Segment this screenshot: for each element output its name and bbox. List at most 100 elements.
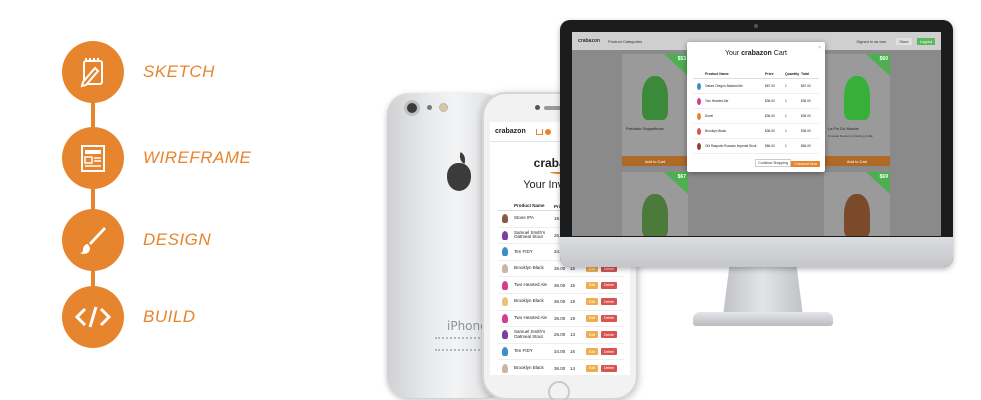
cart-price: $36.00 <box>765 99 775 103</box>
step-label: BUILD <box>143 307 196 326</box>
product-name: Ten FIDY <box>514 348 533 354</box>
edit-button[interactable]: Edit <box>586 314 598 322</box>
cart-product-name: Oakes Oregon Bastard Ale <box>705 84 743 88</box>
product-thumbnail <box>498 297 511 307</box>
paintbrush-icon <box>62 209 124 271</box>
product-figure <box>844 194 870 236</box>
delete-button[interactable]: Delete <box>601 298 617 306</box>
edit-button[interactable]: Edit <box>586 348 598 356</box>
cart-product-name: Duvel <box>705 114 714 118</box>
product-thumbnail <box>498 363 511 373</box>
step-wireframe: WIREFRAME <box>62 127 251 189</box>
product-price: 36.00 <box>554 282 566 288</box>
modal-title-post: Cart <box>773 50 788 57</box>
cart-badge <box>544 128 551 135</box>
beer-figure-icon <box>501 363 508 373</box>
beer-figure-icon <box>501 230 508 240</box>
cart-price: $66.00 <box>765 144 775 148</box>
delete-button[interactable]: Delete <box>601 331 617 339</box>
category-dropdown[interactable]: Product Categories <box>608 39 642 44</box>
desktop-logo[interactable]: crabazon <box>578 38 600 44</box>
beer-figure-icon <box>501 330 508 340</box>
product-name: Stone IPA <box>514 215 534 221</box>
cart-row: Old Rasputin Russian Imperial Stout $66.0… <box>693 139 819 154</box>
product-card[interactable]: $69 <box>824 172 890 236</box>
beer-figure-icon <box>501 297 508 307</box>
cart-quantity[interactable]: 1 <box>785 144 801 148</box>
cart-quantity[interactable]: 1 <box>785 129 801 133</box>
cart-table-header: Product Name Price Quantity Total <box>693 72 819 79</box>
edit-button[interactable]: Edit <box>586 281 598 289</box>
cart-quantity[interactable]: 1 <box>785 99 801 103</box>
card-price: $69 <box>879 174 888 180</box>
cart-quantity[interactable]: 1 <box>785 114 801 118</box>
edit-button[interactable]: Edit <box>586 331 598 339</box>
product-quantity: 18 <box>570 299 576 305</box>
delete-button[interactable]: Delete <box>601 348 617 356</box>
logout-button[interactable]: Logout <box>916 37 935 45</box>
edit-button[interactable]: Edit <box>586 298 598 306</box>
product-name: Brooklyn Black <box>514 364 544 370</box>
product-card[interactable]: $60 La Fin Du Monde Unusual blueberry dr… <box>824 54 890 166</box>
cart-row: Two Hearted Ale $36.00 1 $36.00 <box>693 94 819 109</box>
modal-title: Your crabazon Cart <box>687 50 825 57</box>
steps-connector-line <box>91 72 95 320</box>
webcam-icon <box>754 24 758 28</box>
code-brackets-icon <box>62 286 124 348</box>
cart-row: Duvel $36.00 1 $36.00 <box>693 109 819 124</box>
home-button[interactable] <box>548 381 570 400</box>
product-thumbnail <box>693 97 705 105</box>
add-to-cart-button[interactable]: Add to Cart <box>824 156 890 166</box>
cart-rows: Oakes Oregon Bastard Ale $67.00 1 $67.00 Two… <box>693 79 819 154</box>
product-card[interactable]: $67 <box>622 172 688 236</box>
card-name: La Fin Du Monde <box>828 126 859 131</box>
product-quantity: 13 <box>570 332 576 338</box>
store-button[interactable]: Store <box>896 37 912 45</box>
edit-button[interactable]: Edit <box>586 364 598 372</box>
beer-figure-icon <box>501 347 508 357</box>
product-name: Samuel Smith's Oatmeal Stout <box>514 229 546 240</box>
mobile-logo[interactable]: crabazon <box>495 128 526 135</box>
card-price: $53 <box>677 56 686 62</box>
mic-dot <box>427 105 432 110</box>
product-thumbnail <box>498 330 511 340</box>
cart-quantity[interactable]: 1 <box>785 84 801 88</box>
apple-logo-icon <box>447 163 471 191</box>
camera-icon <box>404 100 420 116</box>
cart-icon[interactable] <box>535 128 543 135</box>
modal-title-pre: Your <box>724 50 740 57</box>
beer-figure-icon <box>501 214 508 224</box>
product-name: Samuel Smith's Oatmeal Stout <box>514 329 546 339</box>
regulatory-fine-print <box>435 337 487 351</box>
product-price: 36.00 <box>554 315 566 321</box>
product-name: Two Hearted Ale <box>514 315 548 320</box>
product-name: Ten FIDY <box>514 248 533 254</box>
cart-price: $36.00 <box>765 114 775 118</box>
card-price: $67 <box>677 174 686 180</box>
product-quantity: 14 <box>570 365 576 371</box>
beer-figure-icon <box>697 82 701 90</box>
product-thumbnail <box>693 142 705 150</box>
cart-product-name: Two Hearted Ale <box>705 99 729 103</box>
continue-shopping-button[interactable]: Continue Shopping <box>755 159 791 167</box>
table-row: Ten FIDY 34.00 16 Edit Delete <box>498 344 624 361</box>
signed-in-text: Signed in as tom <box>856 38 887 44</box>
product-thumbnail <box>498 347 511 357</box>
product-card[interactable]: $53 Predator Doppelbock Add to Cart <box>622 54 688 166</box>
add-to-cart-button[interactable]: Add to Cart <box>622 156 688 166</box>
delete-button[interactable]: Delete <box>601 281 617 289</box>
step-label: DESIGN <box>143 230 212 249</box>
delete-button[interactable]: Delete <box>601 314 617 322</box>
product-thumbnail <box>498 280 511 290</box>
checkout-button[interactable]: Checkout Now <box>791 161 820 167</box>
beer-figure-icon <box>501 313 508 323</box>
modal-title-brand: crabazon <box>741 50 772 57</box>
beer-figure-icon <box>697 127 701 135</box>
row-actions: EditDelete <box>586 364 617 372</box>
product-thumbnail <box>693 127 705 135</box>
delete-button[interactable]: Delete <box>601 364 617 372</box>
product-thumbnail <box>498 247 511 257</box>
row-actions: EditDelete <box>586 298 617 306</box>
step-design: DESIGN <box>62 209 211 271</box>
apple-logo-leaf <box>457 152 468 164</box>
